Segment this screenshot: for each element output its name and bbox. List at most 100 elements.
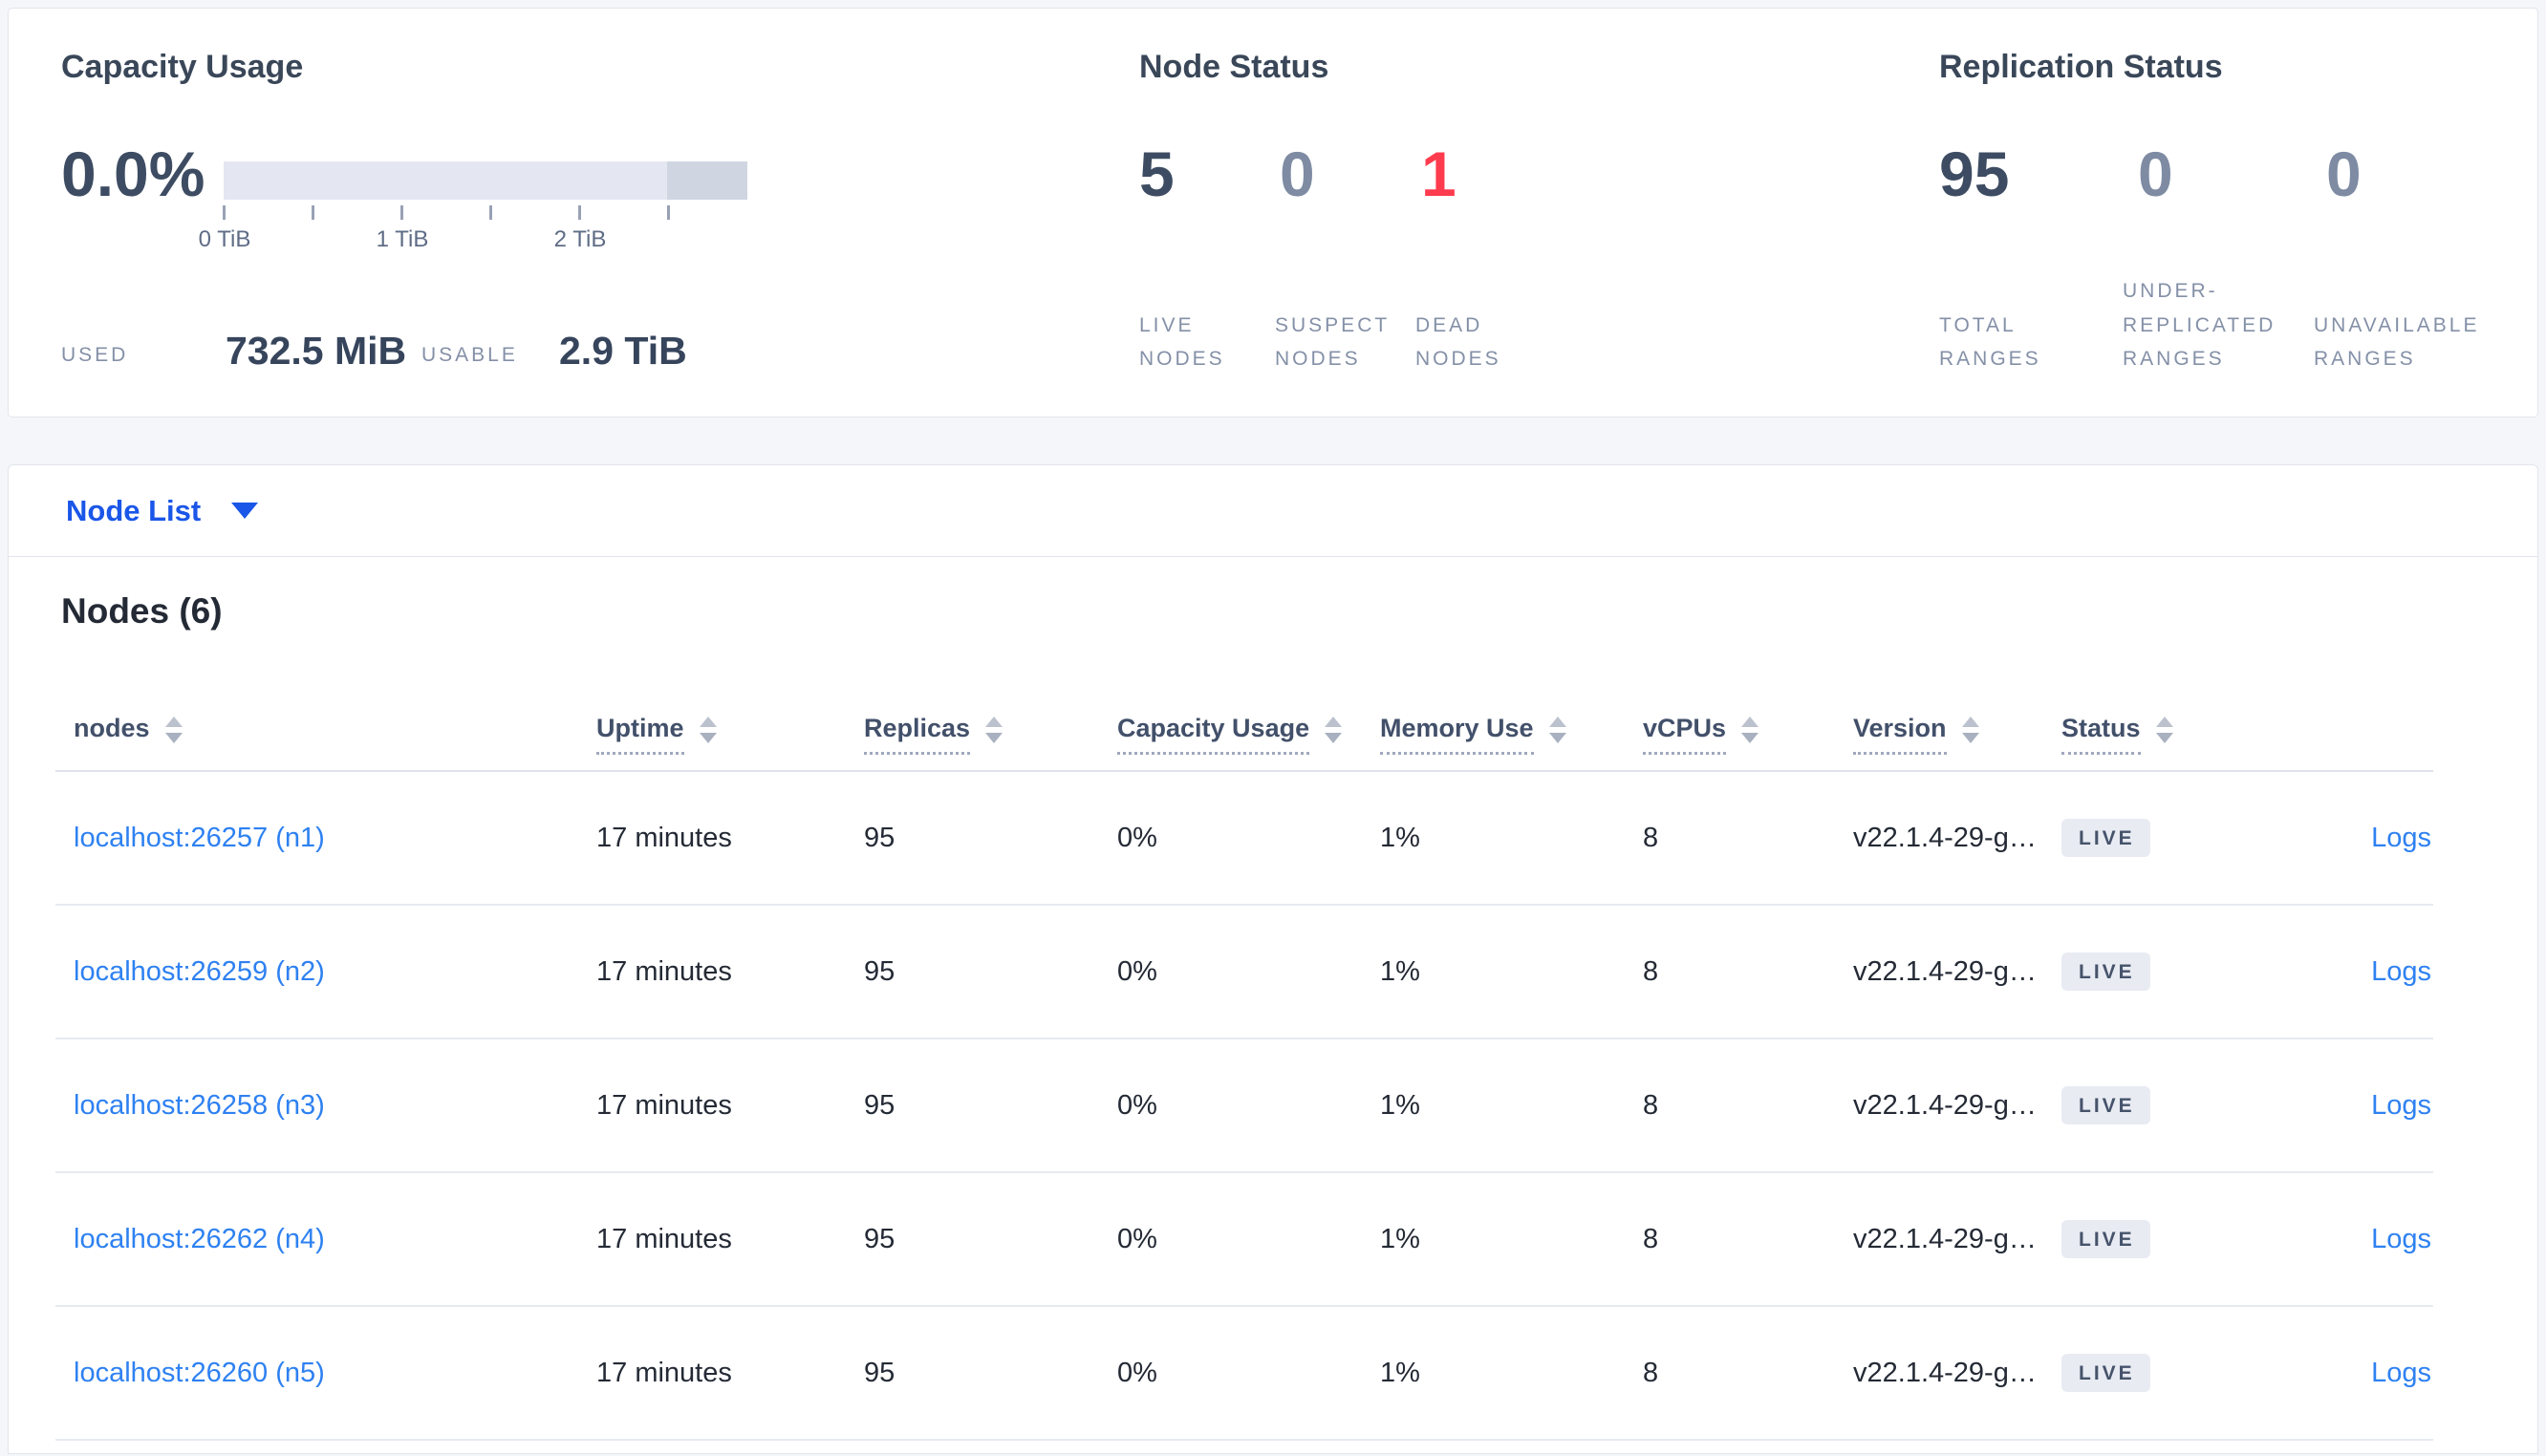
capacity-tick [578,205,581,220]
usable-label: USABLE [421,344,518,366]
node-list-dropdown[interactable]: Node List [66,493,259,528]
node-cell: localhost:26258 (n3) [55,1090,596,1122]
status-cell: LIVE [2061,1086,2300,1124]
nodes-panel: Nodes (6) nodes Uptime Replicas Capacity… [8,557,2538,1454]
dead-nodes-count: 1 [1421,139,1456,209]
chevron-down-icon [231,503,259,519]
capacity-usage-title: Capacity Usage [61,49,304,85]
sort-icon [164,717,183,743]
version-cell: v22.1.4-29-g… [1853,955,2037,987]
logs-cell: Logs [2300,823,2433,854]
node-link[interactable]: localhost:26259 (n2) [74,956,325,987]
replication-status-title: Replication Status [1939,49,2223,85]
column-header-capacity-usage[interactable]: Capacity Usage [1117,714,1380,755]
capacity-bar [224,161,747,200]
uptime-cell: 17 minutes [596,1089,732,1121]
status-cell: LIVE [2061,953,2300,991]
uptime-cell: 17 minutes [596,955,732,987]
vcpus-cell: 8 [1643,1357,1659,1388]
capacity-tick [312,205,314,220]
version-cell: v22.1.4-29-g… [1853,1089,2037,1121]
capacity-cell: 0% [1117,1089,1157,1121]
table-row: localhost:26260 (n5) 17 minutes 95 0% 1%… [55,1307,2433,1441]
node-link[interactable]: localhost:26258 (n3) [74,1090,325,1121]
status-badge: LIVE [2061,1354,2150,1392]
memory-cell: 1% [1380,822,1420,853]
logs-cell: Logs [2300,956,2433,988]
column-header-replicas[interactable]: Replicas [864,714,1117,755]
dead-nodes-label: DEAD NODES [1415,313,1501,371]
replicas-cell: 95 [864,1089,895,1121]
version-cell: v22.1.4-29-g… [1853,1223,2037,1254]
suspect-nodes-label: SUSPECT NODES [1275,313,1390,371]
view-selector-bar: Node List [8,464,2538,557]
nodes-section-title: Nodes (6) [61,591,223,631]
live-nodes-count: 5 [1139,139,1175,209]
status-badge: LIVE [2061,1220,2150,1258]
memory-cell: 1% [1380,1223,1420,1254]
column-header-status[interactable]: Status [2061,714,2300,755]
table-row: localhost:26258 (n3) 17 minutes 95 0% 1%… [55,1039,2433,1173]
node-cell: localhost:26257 (n1) [55,823,596,854]
used-label: USED [61,344,129,366]
version-cell: v22.1.4-29-g… [1853,1357,2037,1388]
logs-cell: Logs [2300,1090,2433,1122]
capacity-tick [223,205,226,220]
logs-link[interactable]: Logs [2371,823,2431,853]
column-header-version[interactable]: Version [1853,714,2061,755]
uptime-cell: 17 minutes [596,1357,732,1388]
sort-icon [699,717,717,743]
capacity-tick [667,205,670,220]
column-header-vcpus[interactable]: vCPUs [1643,714,1853,755]
capacity-cell: 0% [1117,822,1157,853]
capacity-tick-label: 2 TiB [553,226,607,252]
status-badge: LIVE [2061,953,2150,991]
capacity-tick [400,205,403,220]
logs-cell: Logs [2300,1358,2433,1389]
capacity-tick-label: 0 TiB [198,226,251,252]
node-cell: localhost:26262 (n4) [55,1224,596,1255]
table-row: localhost:26259 (n2) 17 minutes 95 0% 1%… [55,906,2433,1039]
column-header-uptime[interactable]: Uptime [596,714,864,755]
node-link[interactable]: localhost:26262 (n4) [74,1224,325,1254]
logs-cell: Logs [2300,1224,2433,1255]
replicas-cell: 95 [864,1357,895,1388]
live-nodes-label: LIVE NODES [1139,313,1225,371]
replicas-cell: 95 [864,1223,895,1254]
sort-icon [1325,717,1343,743]
node-list-dropdown-label: Node List [66,493,202,527]
uptime-cell: 17 minutes [596,822,732,853]
capacity-cell: 0% [1117,1357,1157,1388]
status-badge: LIVE [2061,819,2150,857]
total-ranges-label: TOTAL RANGES [1939,313,2041,371]
status-cell: LIVE [2061,1354,2300,1392]
node-link[interactable]: localhost:26257 (n1) [74,823,325,853]
node-cell: localhost:26259 (n2) [55,956,596,988]
sort-icon [985,717,1003,743]
column-header-nodes[interactable]: nodes [55,714,596,755]
capacity-tick-label: 1 TiB [376,226,429,252]
node-link[interactable]: localhost:26260 (n5) [74,1358,325,1388]
table-row: localhost:26262 (n4) 17 minutes 95 0% 1%… [55,1173,2433,1307]
logs-link[interactable]: Logs [2371,1090,2431,1121]
replicas-cell: 95 [864,955,895,987]
memory-cell: 1% [1380,955,1420,987]
node-status-title: Node Status [1139,49,1329,85]
unavailable-ranges-label: UNAVAILABLE RANGES [2314,313,2480,371]
under-replicated-ranges-count: 0 [2138,139,2173,209]
replicas-cell: 95 [864,822,895,853]
uptime-cell: 17 minutes [596,1223,732,1254]
capacity-cell: 0% [1117,955,1157,987]
status-cell: LIVE [2061,1220,2300,1258]
cluster-overview-page: Capacity Usage 0.0% 0 TiB 1 TiB 2 TiB US… [0,0,2546,1454]
column-header-memory-use[interactable]: Memory Use [1380,714,1643,755]
usable-value: 2.9 TiB [559,329,687,373]
vcpus-cell: 8 [1643,955,1659,987]
sort-icon [1961,717,1979,743]
sort-icon [2155,717,2173,743]
logs-link[interactable]: Logs [2371,1358,2431,1388]
sort-icon [1741,717,1759,743]
logs-link[interactable]: Logs [2371,1224,2431,1254]
node-cell: localhost:26260 (n5) [55,1358,596,1389]
logs-link[interactable]: Logs [2371,956,2431,987]
